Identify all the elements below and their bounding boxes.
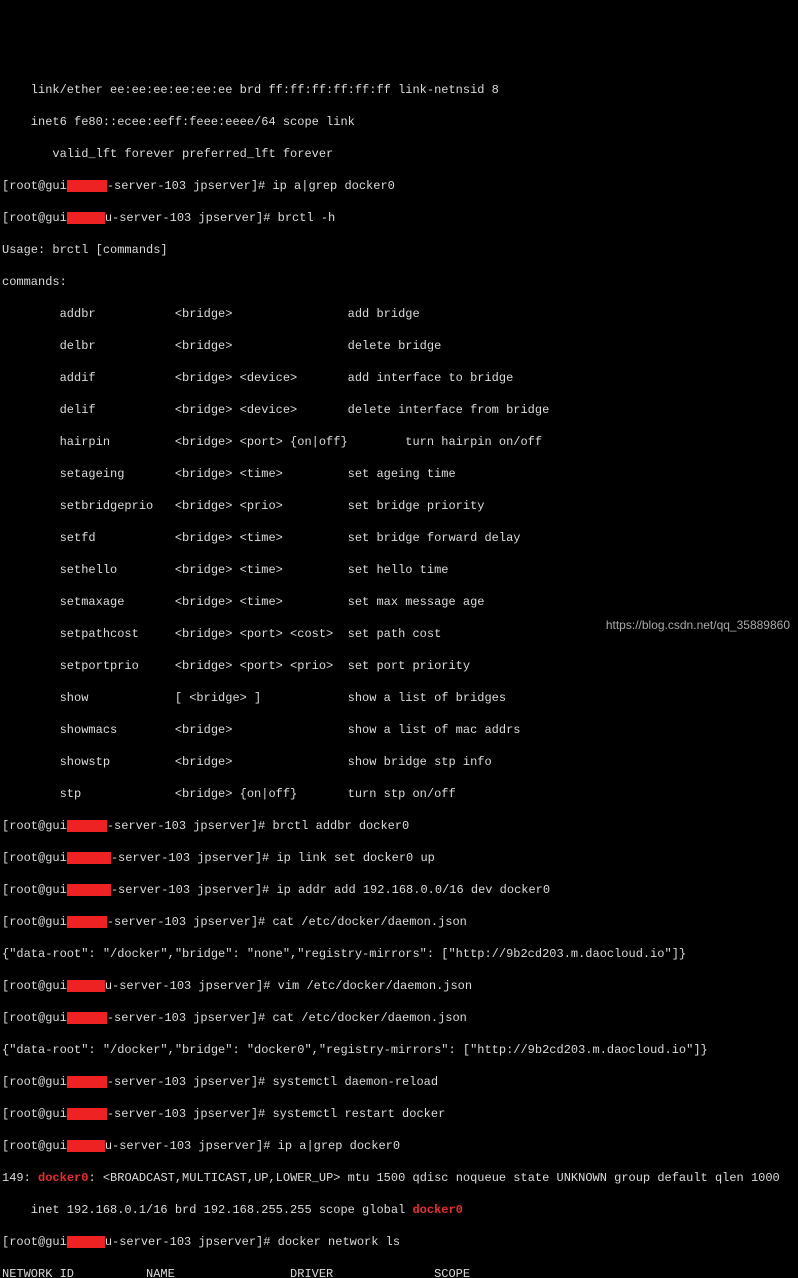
help-line: setfd <bridge> <time> set bridge forward… [2, 530, 796, 546]
terminal-output[interactable]: link/ether ee:ee:ee:ee:ee:ee brd ff:ff:f… [2, 66, 796, 1278]
json-line: {"data-root": "/docker","bridge": "none"… [2, 946, 796, 962]
ip-line: 149: docker0: <BROADCAST,MULTICAST,UP,LO… [2, 1170, 796, 1186]
help-line: stp <bridge> {on|off} turn stp on/off [2, 786, 796, 802]
help-line: delif <bridge> <device> delete interface… [2, 402, 796, 418]
prompt-line: [root@gui-server-103 jpserver]# ip a|gre… [2, 178, 796, 194]
help-line: Usage: brctl [commands] [2, 242, 796, 258]
table-header: NETWORK ID NAME DRIVER SCOPE [2, 1266, 796, 1278]
ip-line: inet 192.168.0.1/16 brd 192.168.255.255 … [2, 1202, 796, 1218]
json-line: {"data-root": "/docker","bridge": "docke… [2, 1042, 796, 1058]
prompt-line: [root@gui-server-103 jpserver]# ip addr … [2, 882, 796, 898]
help-line: sethello <bridge> <time> set hello time [2, 562, 796, 578]
help-line: show [ <bridge> ] show a list of bridges [2, 690, 796, 706]
prompt-line: [root@guiu-server-103 jpserver]# vim /et… [2, 978, 796, 994]
output-line: link/ether ee:ee:ee:ee:ee:ee brd ff:ff:f… [2, 82, 796, 98]
help-line: hairpin <bridge> <port> {on|off} turn ha… [2, 434, 796, 450]
help-line: addbr <bridge> add bridge [2, 306, 796, 322]
prompt-line: [root@guiu-server-103 jpserver]# docker … [2, 1234, 796, 1250]
prompt-line: [root@guiu-server-103 jpserver]# ip a|gr… [2, 1138, 796, 1154]
prompt-line: [root@gui-server-103 jpserver]# systemct… [2, 1074, 796, 1090]
help-line: showstp <bridge> show bridge stp info [2, 754, 796, 770]
prompt-line: [root@gui-server-103 jpserver]# brctl ad… [2, 818, 796, 834]
help-line: setportprio <bridge> <port> <prio> set p… [2, 658, 796, 674]
help-line: setageing <bridge> <time> set ageing tim… [2, 466, 796, 482]
watermark-text: https://blog.csdn.net/qq_35889860 [606, 617, 790, 633]
prompt-line: [root@gui-server-103 jpserver]# cat /etc… [2, 1010, 796, 1026]
help-line: delbr <bridge> delete bridge [2, 338, 796, 354]
output-line: valid_lft forever preferred_lft forever [2, 146, 796, 162]
help-line: setmaxage <bridge> <time> set max messag… [2, 594, 796, 610]
prompt-line: [root@gui-server-103 jpserver]# systemct… [2, 1106, 796, 1122]
prompt-line: [root@gui-server-103 jpserver]# ip link … [2, 850, 796, 866]
output-line: inet6 fe80::ecee:eeff:feee:eeee/64 scope… [2, 114, 796, 130]
help-line: showmacs <bridge> show a list of mac add… [2, 722, 796, 738]
prompt-line: [root@guiu-server-103 jpserver]# brctl -… [2, 210, 796, 226]
help-line: addif <bridge> <device> add interface to… [2, 370, 796, 386]
help-line: setbridgeprio <bridge> <prio> set bridge… [2, 498, 796, 514]
prompt-line: [root@gui-server-103 jpserver]# cat /etc… [2, 914, 796, 930]
help-line: commands: [2, 274, 796, 290]
